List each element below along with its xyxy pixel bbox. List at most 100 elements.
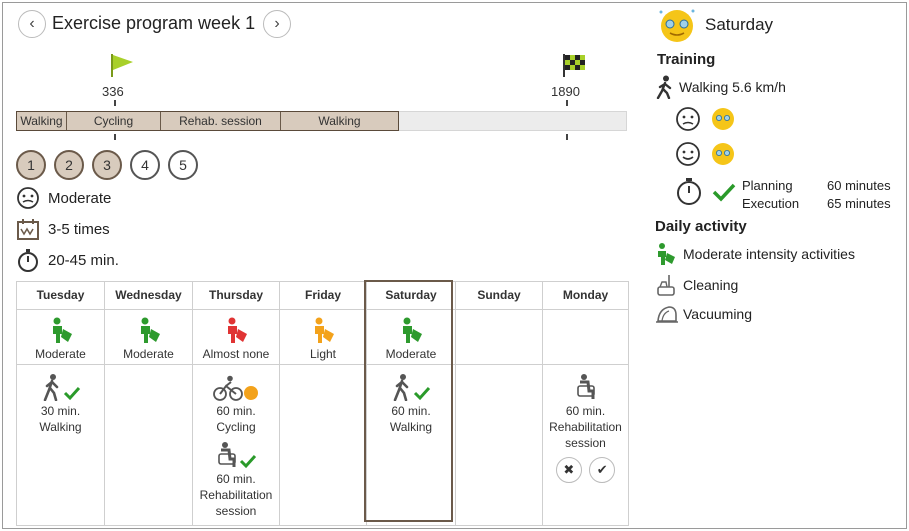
- activities-cell-sunday: [455, 364, 543, 526]
- daily-item-vacuuming: Vacuuming: [655, 303, 752, 325]
- execution-value: 65 minutes: [827, 196, 891, 211]
- stopwatch-icon: [18, 249, 38, 272]
- activity-name: Walking: [39, 420, 82, 434]
- start-flag-value: 336: [102, 84, 124, 99]
- activity-name: Rehabilitation session: [549, 420, 622, 450]
- day-header-monday[interactable]: Monday: [542, 281, 629, 310]
- activity-person-icon: [403, 317, 422, 343]
- cycling-icon: [213, 375, 243, 401]
- start-flag-icon: [111, 54, 133, 77]
- check-icon: [413, 386, 431, 401]
- daily-activity-heading: Daily activity: [655, 218, 747, 235]
- activity-duration: 30 min.: [40, 404, 81, 418]
- intensity-cell-empty: [542, 309, 629, 365]
- selected-face-icon[interactable]: [710, 106, 736, 132]
- rehabilitation-icon: [218, 442, 236, 467]
- day-header-sunday[interactable]: Sunday: [455, 281, 543, 310]
- step-2[interactable]: 2: [54, 150, 84, 180]
- planning-label: Planning: [742, 178, 793, 193]
- vacuum-icon: [656, 306, 678, 323]
- walking-icon: [393, 374, 409, 401]
- activities-cell-monday: 60 min. Rehabilitation session ✖ ✔: [542, 364, 629, 526]
- activity-rehabilitation[interactable]: 60 min. Rehabilitation session ✖ ✔: [543, 373, 628, 483]
- smiling-face-icon: [676, 142, 700, 166]
- check-icon: [239, 454, 257, 469]
- activity-duration: 60 min.: [216, 472, 256, 486]
- calendar-icon: [17, 219, 39, 240]
- chevron-right-icon: ›: [274, 15, 280, 32]
- intensity-cell: Almost none: [192, 309, 280, 365]
- goal-flag-value: 1890: [551, 84, 580, 99]
- day-header-friday[interactable]: Friday: [279, 281, 367, 310]
- execution-label: Execution: [742, 196, 800, 211]
- pending-dot-icon: [244, 386, 258, 400]
- activity-name: Rehabilitation session: [199, 488, 273, 518]
- activity-walking[interactable]: 30 min. Walking: [17, 373, 104, 435]
- daily-item-cleaning: Cleaning: [655, 273, 738, 297]
- program-frequency: 3-5 times: [16, 217, 110, 241]
- program-frequency-text: 3-5 times: [48, 220, 110, 238]
- walking-icon: [656, 75, 672, 99]
- day-header-saturday[interactable]: Saturday: [366, 281, 456, 310]
- page-title: Exercise program week 1: [52, 13, 256, 33]
- training-heading: Training: [657, 51, 716, 68]
- segment-walking-2: Walking: [318, 114, 361, 128]
- stopwatch-icon: [677, 178, 701, 205]
- activity-person-icon: [315, 317, 334, 343]
- activity-person-icon: [658, 243, 675, 265]
- moderate-face-icon: [17, 187, 39, 209]
- mark-done-button[interactable]: ✔: [589, 457, 616, 483]
- check-icon: [63, 386, 80, 401]
- moderate-face-icon: [676, 107, 700, 131]
- segment-cycling: Cycling: [67, 112, 161, 130]
- activities-cell-wednesday: [104, 364, 193, 526]
- activity-duration: 60 min.: [216, 404, 256, 418]
- program-duration: 20-45 min.: [16, 247, 119, 273]
- step-3[interactable]: 3: [92, 150, 122, 180]
- intensity-cell: Moderate: [366, 309, 456, 365]
- daily-item-text: Moderate intensity activities: [683, 246, 855, 262]
- program-intensity-text: Moderate: [48, 189, 112, 207]
- intensity-label: Moderate: [123, 347, 174, 361]
- intensity-label: Light: [309, 347, 337, 361]
- activity-name: Walking: [389, 420, 433, 434]
- mark-not-done-button[interactable]: ✖: [555, 457, 582, 483]
- previous-week-button[interactable]: ‹: [18, 10, 46, 38]
- intensity-cell-empty: [455, 309, 543, 365]
- step-1[interactable]: 1: [16, 150, 46, 180]
- program-intensity: Moderate: [16, 186, 111, 210]
- planning-value: 60 minutes: [827, 178, 891, 193]
- activity-person-icon: [52, 317, 72, 343]
- activity-rehabilitation[interactable]: 60 min. Rehabilitation session: [193, 441, 279, 519]
- activity-duration: 60 min.: [391, 404, 431, 418]
- segment-rehab: Rehab. session: [161, 112, 281, 130]
- next-week-button[interactable]: ›: [263, 10, 291, 38]
- happy-face-icon: [659, 9, 695, 42]
- daily-item-text: Cleaning: [683, 277, 739, 293]
- activity-duration: 60 min.: [565, 404, 606, 418]
- day-header-wednesday[interactable]: Wednesday: [104, 281, 193, 310]
- program-duration-text: 20-45 min.: [48, 251, 119, 269]
- check-icon: [712, 183, 736, 202]
- intensity-label: Moderate: [385, 347, 437, 361]
- day-header-thursday[interactable]: Thursday: [192, 281, 280, 310]
- activity-name: Cycling: [216, 420, 256, 434]
- activity-walking[interactable]: 60 min. Walking: [367, 373, 455, 435]
- selected-face-icon[interactable]: [710, 141, 736, 167]
- intensity-cell: Light: [279, 309, 367, 365]
- check-icon: ✔: [596, 462, 608, 477]
- activities-cell-tuesday: 30 min. Walking: [16, 364, 105, 526]
- step-5[interactable]: 5: [168, 150, 198, 180]
- day-header-tuesday[interactable]: Tuesday: [16, 281, 105, 310]
- activity-cycling[interactable]: 60 min. Cycling: [193, 373, 279, 435]
- cleaning-icon: [657, 275, 675, 296]
- training-activity-text: Walking 5.6 km/h: [679, 79, 786, 95]
- week-steps: 1 2 3 4 5: [16, 150, 198, 180]
- intensity-label: Moderate: [35, 347, 86, 361]
- intensity-label: Almost none: [202, 347, 270, 361]
- activity-person-icon: [140, 317, 160, 343]
- segment-walking: Walking: [17, 112, 67, 130]
- intensity-cell: Moderate: [16, 309, 105, 365]
- step-4[interactable]: 4: [130, 150, 160, 180]
- chevron-left-icon: ‹: [29, 15, 35, 32]
